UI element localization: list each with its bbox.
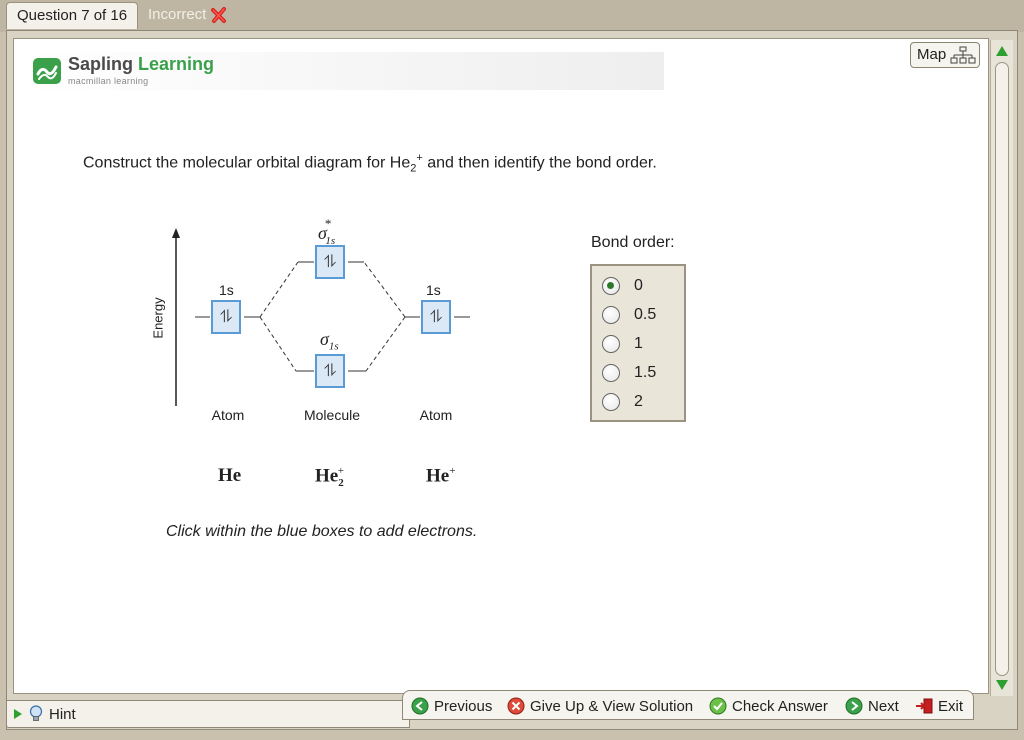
expand-triangle-icon[interactable] [13,708,23,720]
option-label: 0 [634,277,643,294]
question-text: Construct the molecular orbital diagram … [83,152,657,175]
option-label: 2 [634,393,643,410]
give-up-button[interactable]: Give Up & View Solution [507,695,693,717]
bonding-orbital-box[interactable]: ⥮ [315,354,345,388]
vertical-scrollbar[interactable] [990,40,1013,696]
check-answer-label: Check Answer [732,697,828,715]
nav-bar: Previous Give Up & View Solution Check A… [402,690,974,720]
give-up-x-icon [507,697,525,715]
scroll-up-icon[interactable] [994,43,1010,59]
right-atom-orbital-box[interactable]: ⥮ [421,300,451,334]
molecule-species: He2+ [315,465,350,489]
radio-button[interactable] [602,364,620,382]
radio-button[interactable] [602,306,620,324]
sigma-star-label: σ*1s [318,216,343,247]
right-species-charge: + [449,465,456,477]
previous-button[interactable]: Previous [411,695,492,717]
scroll-down-icon[interactable] [994,677,1010,693]
radio-button[interactable] [602,277,620,295]
left-species-text: He [218,465,242,486]
bond-order-option[interactable]: 2 [602,390,643,414]
energy-label: Energy [150,297,166,339]
question-tab[interactable]: Question 7 of 16 [6,2,139,29]
status-tab: Incorrect [142,2,234,28]
left-column-label: Atom [211,407,245,423]
option-label: 1.5 [634,364,657,381]
map-button-label: Map [917,46,947,63]
right-species: He+ [426,465,455,487]
give-up-label: Give Up & View Solution [530,697,694,715]
scroll-thumb[interactable] [995,62,1009,676]
left-species: He [218,465,241,487]
right-column-label: Atom [419,407,453,423]
bond-order-panel: 0 0.5 1 1.5 2 [590,264,686,422]
question-suffix: and then identify the bond order. [422,154,657,172]
antibonding-orbital-box[interactable]: ⥮ [315,245,345,279]
left-atom-orbital-box[interactable]: ⥮ [211,300,241,334]
right-species-text: He [426,465,450,487]
forward-arrow-icon [845,697,863,715]
right-1s-label: 1s [426,282,441,298]
lightbulb-icon [29,705,43,721]
bond-order-label: Bond order: [591,234,675,251]
check-icon [709,697,727,715]
bond-order-option[interactable]: 1.5 [602,361,656,385]
left-1s-text: 1s [219,282,234,298]
sapling-logo-icon [33,58,61,84]
next-label: Next [868,697,899,715]
next-button[interactable]: Next [845,695,899,717]
question-prefix: Construct the molecular orbital diagram … [83,154,411,172]
status-text: Incorrect [148,6,207,23]
exit-button[interactable]: Exit [915,695,963,717]
right-1s-text: 1s [426,282,441,298]
option-label: 1 [634,335,643,352]
question-subscript: 2 [410,162,417,175]
sigma-symbol: σ [320,329,329,349]
bond-order-option[interactable]: 0.5 [602,303,656,327]
molecule-species-sub: 2 [338,477,344,490]
molecule-species-charge: + [337,465,344,477]
sitemap-icon [950,46,976,64]
radio-button[interactable] [602,393,620,411]
exit-label: Exit [938,697,964,715]
instruction-text: Click within the blue boxes to add elect… [166,523,478,540]
sigma-label: σ1s [320,329,339,353]
molecule-species-text: He [315,465,339,487]
bond-order-option[interactable]: 0 [602,274,643,298]
previous-label: Previous [434,697,493,715]
option-label: 0.5 [634,306,657,323]
check-answer-button[interactable]: Check Answer [709,695,828,717]
tab-bar: Question 7 of 16 Incorrect [0,0,1024,32]
bond-order-option[interactable]: 1 [602,332,643,356]
back-arrow-icon [411,697,429,715]
exit-door-icon [916,698,933,714]
brand-title-part1: Sapling [68,54,134,74]
map-button[interactable]: Map [910,42,980,68]
incorrect-x-icon [211,7,227,23]
sigma-sub: 1s [328,340,339,353]
brand-subtitle: macmillan learning [68,76,149,86]
brand-title: Sapling Learning [68,54,214,75]
left-1s-label: 1s [219,282,234,298]
hint-label[interactable]: Hint [49,706,76,723]
brand-title-part2: Learning [138,54,215,74]
molecule-column-label: Molecule [303,407,361,423]
radio-button[interactable] [602,335,620,353]
hint-bar[interactable]: Hint [6,700,410,728]
sigma-star-sup: * [324,216,332,231]
